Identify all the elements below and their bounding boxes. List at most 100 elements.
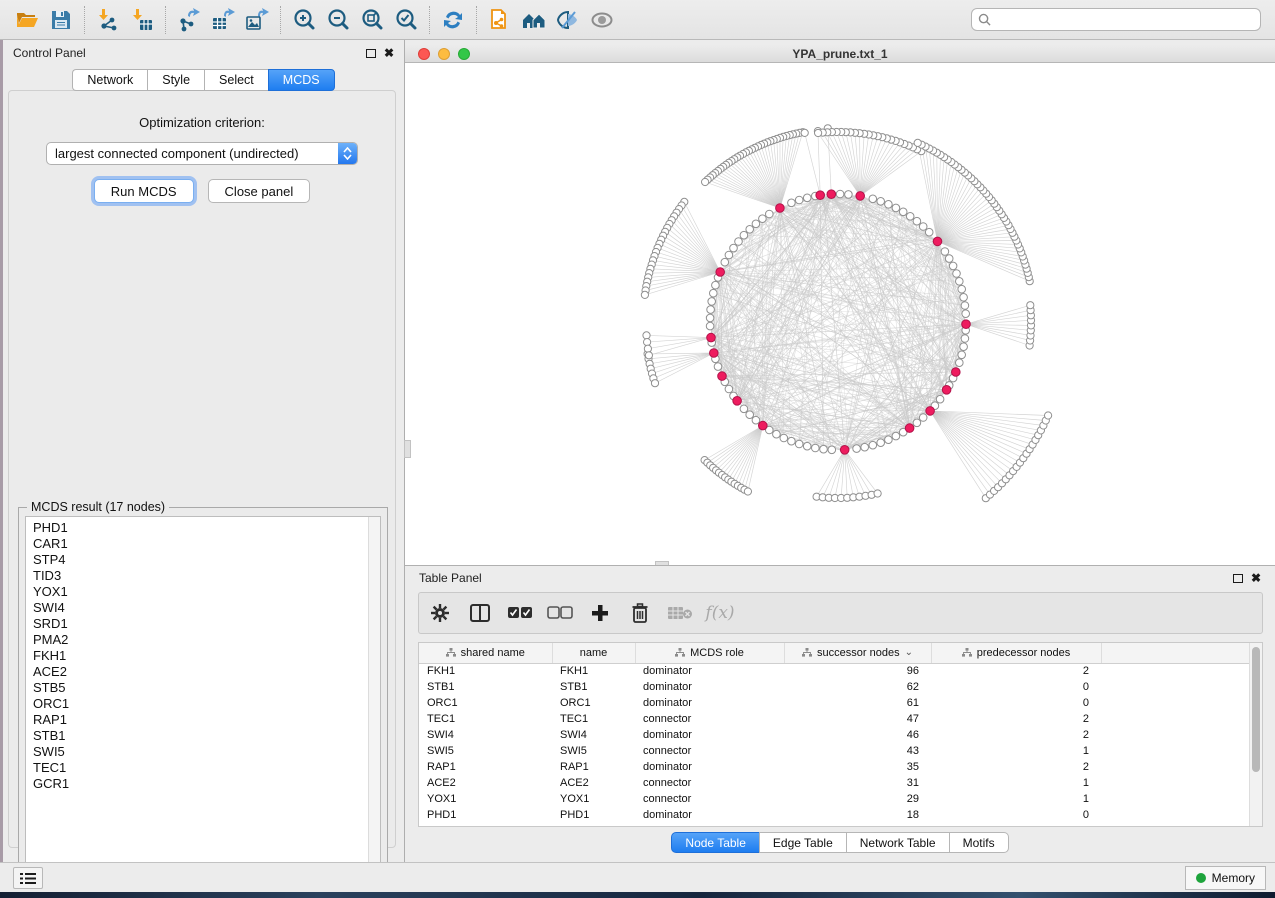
cell-name[interactable]: YOX1 [552,791,635,807]
table-scrollbar[interactable] [1249,643,1262,826]
column-header-shared-name[interactable]: shared name [419,643,552,663]
cell-shared-name[interactable]: YOX1 [419,791,552,807]
network-node[interactable] [645,352,652,359]
export-image-icon[interactable] [240,5,274,35]
network-node[interactable] [885,436,893,444]
network-node[interactable] [702,178,709,185]
cell-successors[interactable]: 35 [784,759,931,775]
network-node[interactable] [706,314,714,322]
cell-predecessors[interactable]: 1 [931,791,1101,807]
network-node[interactable] [845,191,853,199]
cell-successors[interactable]: 29 [784,791,931,807]
network-node[interactable] [725,251,733,259]
table-row[interactable]: PHD1PHD1dominator180 [419,807,1251,823]
network-node[interactable] [869,441,877,449]
cell-successors[interactable]: 18 [784,807,931,823]
float-panel-icon[interactable] [366,49,376,58]
network-node[interactable] [892,204,900,212]
cell-role[interactable]: connector [635,711,784,727]
export-table-icon[interactable] [206,5,240,35]
column-header-name[interactable]: name [552,643,635,663]
table-row[interactable]: SWI5SWI5connector431 [419,743,1251,759]
tab-edge-table[interactable]: Edge Table [759,832,846,853]
mcds-hub-node[interactable] [776,204,785,213]
network-node[interactable] [820,445,828,453]
cell-role[interactable]: connector [635,775,784,791]
network-node[interactable] [913,217,921,225]
hide-details-icon[interactable] [551,5,585,35]
network-node[interactable] [795,440,803,448]
network-node[interactable] [960,294,968,302]
network-node[interactable] [746,226,754,234]
mcds-hub-node[interactable] [856,192,865,201]
table-row[interactable]: YOX1YOX1connector291 [419,791,1251,807]
tab-mcds[interactable]: MCDS [268,69,335,91]
network-node[interactable] [962,310,970,318]
import-table-icon[interactable] [125,5,159,35]
network-node[interactable] [780,434,788,442]
network-node[interactable] [961,302,969,310]
table-row[interactable]: TEC1TEC1connector472 [419,711,1251,727]
cell-shared-name[interactable]: FKH1 [419,663,552,679]
mcds-hub-node[interactable] [816,191,825,200]
mcds-hub-node[interactable] [942,386,951,395]
cell-name[interactable]: SWI5 [552,743,635,759]
network-node[interactable] [958,351,966,359]
network-node[interactable] [641,291,648,298]
cell-predecessors[interactable]: 1 [931,775,1101,791]
table-scrollbar-thumb[interactable] [1252,647,1260,772]
network-node[interactable] [913,419,921,427]
network-node[interactable] [643,332,650,339]
network-node[interactable] [651,380,658,387]
list-item[interactable]: STP4 [33,552,368,568]
show-details-icon[interactable] [585,5,619,35]
open-folder-icon[interactable] [10,5,44,35]
network-node[interactable] [828,446,836,454]
mcds-hub-node[interactable] [905,424,914,433]
cell-successors[interactable]: 46 [784,727,931,743]
mcds-hub-node[interactable] [933,237,942,246]
network-node[interactable] [773,430,781,438]
network-node[interactable] [941,248,949,256]
list-item[interactable]: TEC1 [33,760,368,776]
search-input[interactable] [995,13,1254,27]
network-node[interactable] [1027,302,1034,309]
cell-shared-name[interactable]: RAP1 [419,759,552,775]
criterion-dropdown[interactable]: largest connected component (undirected) [46,142,358,165]
mcds-hub-node[interactable] [962,320,971,329]
node-table-header[interactable]: shared namenameMCDS rolesuccessor nodes⌄… [419,643,1251,663]
network-node[interactable] [740,405,748,413]
network-node[interactable] [936,395,944,403]
show-panels-button[interactable] [13,867,43,889]
list-item[interactable]: GCR1 [33,776,368,792]
cell-shared-name[interactable]: SWI4 [419,727,552,743]
column-header-predecessor-nodes[interactable]: predecessor nodes [931,643,1101,663]
network-node[interactable] [788,199,796,207]
memory-button[interactable]: Memory [1185,866,1266,890]
cell-role[interactable]: dominator [635,727,784,743]
table-row[interactable]: ACE2ACE2connector311 [419,775,1251,791]
network-node[interactable] [644,339,651,346]
mcds-hub-node[interactable] [733,397,742,406]
cell-role[interactable]: dominator [635,695,784,711]
cell-shared-name[interactable]: TEC1 [419,711,552,727]
list-item[interactable]: CAR1 [33,536,368,552]
zoom-fit-icon[interactable] [355,5,389,35]
network-node[interactable] [956,278,964,286]
cell-role[interactable]: dominator [635,807,784,823]
share-document-icon[interactable] [483,5,517,35]
cell-successors[interactable]: 96 [784,663,931,679]
function-builder-icon[interactable]: f(x) [707,600,733,626]
cell-role[interactable]: dominator [635,679,784,695]
float-table-panel-icon[interactable] [1233,574,1243,583]
cell-name[interactable]: RAP1 [552,759,635,775]
node-table[interactable]: shared namenameMCDS rolesuccessor nodes⌄… [418,642,1263,827]
network-node[interactable] [801,129,808,136]
network-node[interactable] [721,258,729,266]
table-row[interactable]: STB1STB1dominator620 [419,679,1251,695]
mcds-hub-node[interactable] [710,349,719,358]
close-panel-icon[interactable]: ✖ [384,47,394,59]
network-node[interactable] [877,439,885,447]
cell-name[interactable]: TEC1 [552,711,635,727]
network-node[interactable] [812,444,820,452]
